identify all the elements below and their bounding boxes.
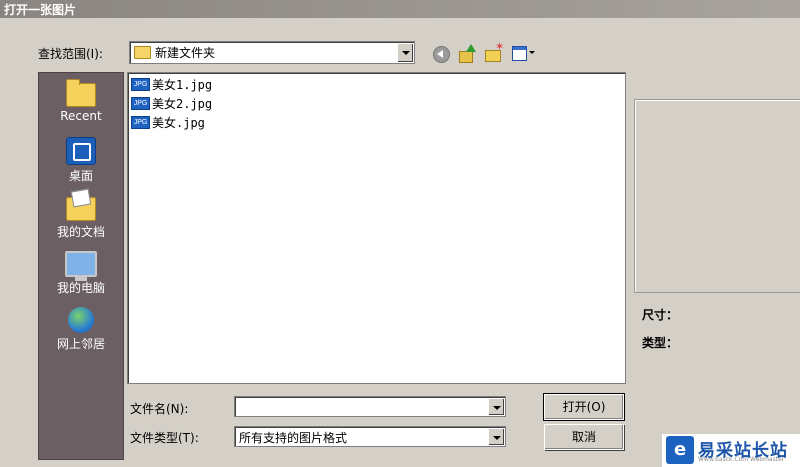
- recent-folder-icon: [66, 79, 96, 107]
- filename-field[interactable]: [234, 396, 506, 417]
- up-folder-icon[interactable]: [458, 44, 476, 63]
- watermark-subtext: Www.Easck.Com Webmaster: [698, 456, 785, 463]
- size-label: 尺寸：: [642, 308, 679, 322]
- place-my-computer[interactable]: 我的电脑: [39, 251, 123, 296]
- chevron-down-icon[interactable]: [488, 398, 504, 415]
- look-in-dropdown[interactable]: 新建文件夹: [129, 41, 415, 64]
- filetype-dropdown[interactable]: 所有支持的图片格式: [234, 426, 506, 447]
- place-recent[interactable]: Recent: [39, 79, 123, 123]
- views-menu-icon[interactable]: [511, 44, 537, 62]
- desktop-icon: [66, 137, 96, 165]
- my-computer-icon: [65, 251, 97, 281]
- list-item[interactable]: JPG 美女2.jpg: [131, 95, 212, 113]
- my-documents-icon: [66, 197, 96, 221]
- image-preview-pane: [634, 99, 800, 293]
- file-list[interactable]: JPG 美女1.jpg JPG 美女2.jpg JPG 美女.jpg: [127, 72, 626, 384]
- open-button[interactable]: 打开(O): [543, 393, 625, 421]
- file-name: 美女1.jpg: [152, 78, 213, 92]
- look-in-value: 新建文件夹: [155, 46, 216, 60]
- filetype-label: 文件类型(T):: [130, 431, 199, 445]
- place-label: 桌面: [68, 169, 93, 183]
- chevron-down-icon[interactable]: [397, 43, 413, 62]
- folder-icon: [134, 46, 151, 59]
- file-name: 美女2.jpg: [152, 97, 213, 111]
- place-label: 我的文档: [56, 225, 105, 239]
- cancel-button[interactable]: 取消: [544, 424, 624, 450]
- place-label: 我的电脑: [56, 281, 105, 295]
- type-label: 类型：: [642, 336, 679, 350]
- jpg-file-icon: JPG: [131, 116, 150, 129]
- list-item[interactable]: JPG 美女.jpg: [131, 114, 205, 132]
- place-desktop[interactable]: 桌面: [39, 137, 123, 184]
- title-bar: 打开一张图片: [0, 0, 800, 18]
- file-name: 美女.jpg: [152, 116, 205, 130]
- list-item[interactable]: JPG 美女1.jpg: [131, 76, 212, 94]
- window-title: 打开一张图片: [4, 3, 77, 17]
- place-label: Recent: [60, 109, 102, 123]
- places-bar: Recent 桌面 我的文档 我的电脑 网上邻居: [38, 72, 124, 460]
- filetype-value: 所有支持的图片格式: [239, 431, 348, 445]
- filename-label: 文件名(N):: [130, 402, 189, 416]
- jpg-file-icon: JPG: [131, 97, 150, 110]
- chevron-down-icon[interactable]: [488, 428, 504, 445]
- network-places-icon: [68, 307, 94, 333]
- jpg-file-icon: JPG: [131, 78, 150, 91]
- new-folder-icon[interactable]: [484, 40, 504, 62]
- back-arrow-icon[interactable]: [433, 46, 450, 63]
- look-in-label: 查找范围(I):: [38, 47, 103, 61]
- place-label: 网上邻居: [56, 337, 105, 351]
- place-network[interactable]: 网上邻居: [39, 307, 123, 352]
- watermark: 易采站长站 Www.Easck.Com Webmaster: [662, 434, 800, 467]
- place-my-documents[interactable]: 我的文档: [39, 197, 123, 240]
- site-logo-icon: [666, 436, 694, 464]
